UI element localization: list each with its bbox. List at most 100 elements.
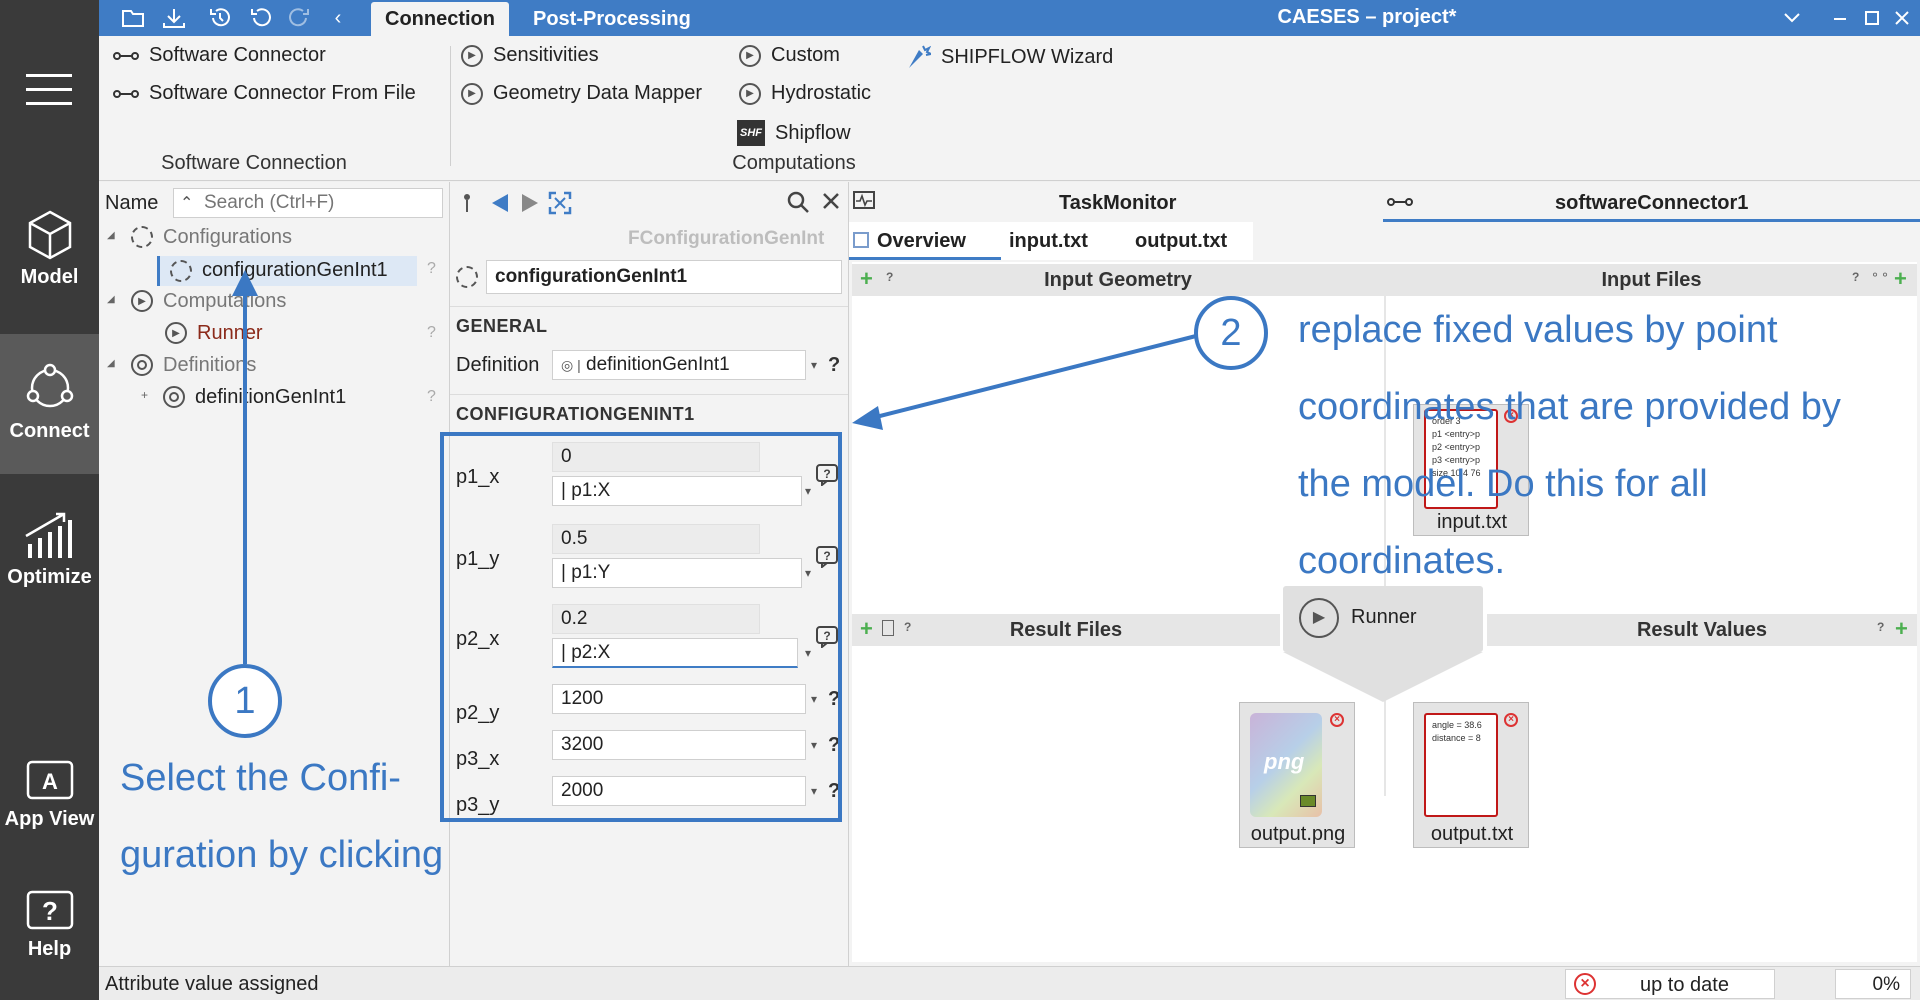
- pin-icon[interactable]: [460, 192, 476, 214]
- fit-view-icon[interactable]: [548, 191, 572, 220]
- download-icon[interactable]: [161, 6, 187, 30]
- expand-plus-icon[interactable]: +: [141, 388, 148, 402]
- subtab-overview[interactable]: Overview: [849, 222, 1001, 260]
- app-title: CAESES – project*: [1277, 6, 1457, 28]
- play-circle-icon: ▶: [739, 44, 761, 67]
- tree-label-runner: Runner: [197, 322, 263, 344]
- software-connector-from-file-button[interactable]: Software Connector From File: [113, 82, 416, 105]
- search-icon[interactable]: [786, 190, 810, 219]
- undo-icon[interactable]: [247, 6, 273, 30]
- annotation-step-2-circle: 2: [1194, 296, 1268, 370]
- tab-post-processing[interactable]: Post-Processing: [519, 2, 705, 36]
- collapse-triangle-icon[interactable]: ◢: [107, 294, 115, 305]
- left-navigation-rail: Model Connect Optimize A App View ? Help: [0, 0, 99, 1000]
- add-icon[interactable]: +: [1895, 616, 1908, 642]
- collapse-triangle-icon[interactable]: ◢: [107, 230, 115, 241]
- status-message: Attribute value assigned: [105, 973, 319, 995]
- hamburger-menu-icon[interactable]: [26, 72, 72, 108]
- rail-item-app-view[interactable]: A App View: [0, 760, 99, 860]
- nav-back-icon[interactable]: [490, 192, 510, 219]
- minimize-icon[interactable]: [1827, 6, 1853, 30]
- rail-item-help[interactable]: ? Help: [0, 890, 99, 990]
- open-folder-icon[interactable]: [121, 6, 147, 30]
- status-bar: Attribute value assigned × up to date 0%: [99, 966, 1920, 1000]
- rail-item-model[interactable]: Model: [0, 210, 99, 310]
- annotation-text-2-line2: coordinates that are provided by: [1298, 386, 1841, 428]
- connector-icon: [113, 51, 139, 60]
- help-question-icon[interactable]: ?: [828, 354, 840, 377]
- add-icon[interactable]: +: [860, 266, 873, 292]
- connector-tab[interactable]: softwareConnector1: [1383, 182, 1920, 222]
- maximize-icon[interactable]: [1859, 6, 1885, 30]
- tree-help-icon[interactable]: ?: [427, 324, 436, 342]
- output-png-card[interactable]: png × output.png: [1239, 702, 1355, 848]
- search-input[interactable]: [204, 191, 434, 215]
- png-badge-text: png: [1264, 749, 1305, 774]
- error-icon: ×: [1330, 713, 1344, 727]
- update-state-label: up to date: [1640, 974, 1729, 996]
- add-icon[interactable]: +: [1894, 266, 1907, 292]
- help-small-icon[interactable]: ?: [886, 270, 893, 284]
- hydrostatic-button[interactable]: ▶ Hydrostatic: [739, 82, 871, 105]
- dropdown-arrow-icon[interactable]: ▾: [808, 350, 820, 380]
- custom-button[interactable]: ▶ Custom: [739, 44, 840, 67]
- tree-row-configuration-item[interactable]: configurationGenInt1: [157, 256, 417, 286]
- tree-row-definition-item[interactable]: + definitionGenInt1: [139, 384, 429, 412]
- section-separator: [450, 394, 848, 395]
- play-circle-icon: ▶: [165, 322, 187, 344]
- connector-icon: [1387, 198, 1413, 206]
- chevron-down-icon[interactable]: [1779, 6, 1805, 30]
- tree-row-definitions[interactable]: ◢ Definitions: [107, 352, 437, 380]
- tree-label-definition-item: definitionGenInt1: [195, 386, 347, 408]
- redo-icon[interactable]: [287, 6, 313, 30]
- result-files-header: + ? Result Files: [852, 614, 1280, 646]
- help-small-icon[interactable]: ?: [904, 620, 911, 634]
- runner-label: Runner: [1351, 606, 1417, 628]
- tree-help-icon[interactable]: ?: [427, 388, 436, 406]
- tree-search-box[interactable]: ⌃: [173, 188, 443, 218]
- history-icon[interactable]: [207, 6, 233, 30]
- runner-funnel: [1283, 652, 1483, 702]
- shipflow-wizard-button[interactable]: SHIPFLOW Wizard: [905, 44, 1113, 70]
- taskmonitor-tab[interactable]: TaskMonitor: [1059, 192, 1176, 215]
- close-editor-icon[interactable]: [822, 192, 840, 215]
- tab-connection[interactable]: Connection: [371, 2, 509, 36]
- rail-item-optimize[interactable]: Optimize: [0, 510, 99, 610]
- sensitivities-button[interactable]: ▶ Sensitivities: [461, 44, 599, 67]
- output-txt-card[interactable]: angle = 38.6 distance = 8 × output.txt: [1413, 702, 1529, 848]
- tree-help-icon[interactable]: ?: [427, 260, 436, 278]
- add-icon[interactable]: +: [860, 616, 873, 642]
- annotation-text-1: Select the Confi- guration by clicking: [120, 740, 500, 894]
- geometry-data-mapper-button[interactable]: ▶ Geometry Data Mapper: [461, 82, 702, 105]
- section-separator: [450, 306, 848, 307]
- subtab-input-txt[interactable]: input.txt: [1001, 222, 1121, 260]
- shipflow-button[interactable]: SHF Shipflow: [737, 120, 851, 146]
- object-name-field[interactable]: configurationGenInt1: [486, 260, 842, 294]
- page-icon[interactable]: [882, 620, 894, 636]
- rail-label-model: Model: [20, 266, 79, 288]
- help-small-icon[interactable]: ?: [1877, 620, 1884, 634]
- shipflow-label: Shipflow: [775, 121, 851, 144]
- collapse-triangle-icon[interactable]: ◢: [107, 358, 115, 369]
- wizard-icon: [909, 45, 931, 68]
- help-small-icon[interactable]: ?: [1852, 270, 1859, 284]
- input-geometry-title: Input Geometry: [1044, 269, 1192, 291]
- tree-row-configurations[interactable]: ◢ Configurations: [107, 224, 437, 252]
- custom-label: Custom: [771, 44, 840, 66]
- software-connector-button[interactable]: Software Connector: [113, 44, 326, 67]
- result-files-title: Result Files: [1009, 619, 1123, 641]
- tree-row-runner[interactable]: ▶ Runner: [163, 320, 423, 348]
- rail-item-connect[interactable]: Connect: [0, 334, 99, 474]
- definition-select[interactable]: ◎ | definitionGenInt1: [552, 350, 806, 380]
- monitor-icon: [1300, 795, 1316, 807]
- close-icon[interactable]: [1889, 6, 1915, 30]
- group-label-software-connection: Software Connection: [161, 152, 347, 174]
- configuration-dashed-circle-icon: [456, 266, 478, 288]
- definition-target-icon: [163, 386, 185, 408]
- tree-row-computations[interactable]: ◢ ▶ Computations: [107, 288, 437, 316]
- link-icon[interactable]: ⚬⚬: [1870, 268, 1890, 282]
- nav-forward-icon[interactable]: [520, 192, 540, 219]
- update-state-badge[interactable]: × up to date: [1565, 969, 1775, 999]
- chevron-left-icon[interactable]: ‹: [325, 6, 351, 30]
- subtab-output-txt[interactable]: output.txt: [1121, 222, 1253, 260]
